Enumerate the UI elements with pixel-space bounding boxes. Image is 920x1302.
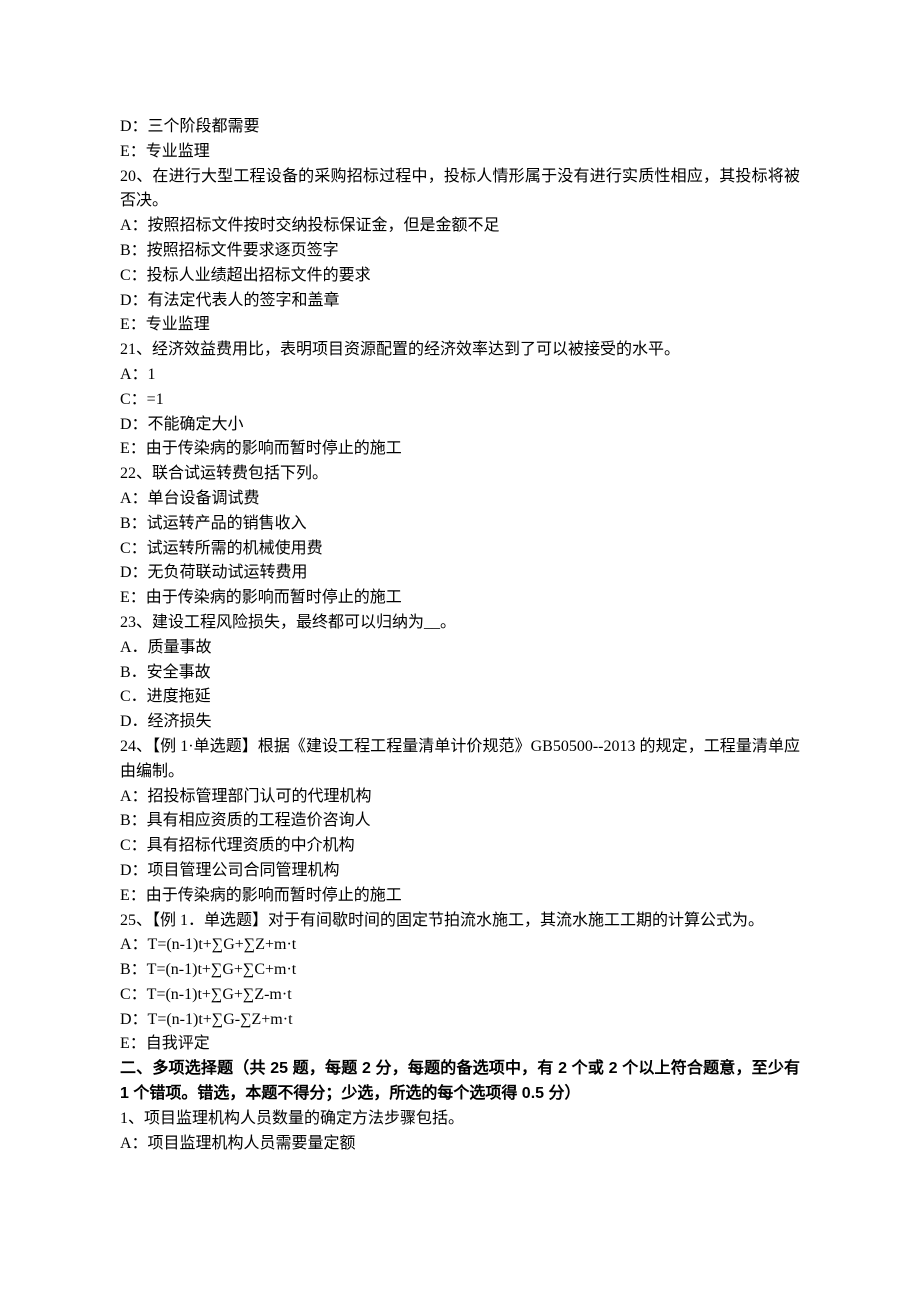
text-line: 25、【例 1．单选题】对于有间歇时间的固定节拍流水施工，其流水施工工期的计算公… (120, 909, 800, 934)
text-line: D．经济损失 (120, 710, 800, 735)
text-line: D：有法定代表人的签字和盖章 (120, 289, 800, 314)
text-line: D：T=(n-1)t+∑G-∑Z+m·t (120, 1008, 800, 1033)
text-line: C：T=(n-1)t+∑G+∑Z-m·t (120, 983, 800, 1008)
text-line: C．进度拖延 (120, 685, 800, 710)
text-line: B：T=(n-1)t+∑G+∑C+m·t (120, 958, 800, 983)
text-line: 二、多项选择题（共 25 题，每题 2 分，每题的备选项中，有 2 个或 2 个… (120, 1057, 800, 1107)
text-line: C：具有招标代理资质的中介机构 (120, 834, 800, 859)
text-line: B：具有相应资质的工程造价咨询人 (120, 809, 800, 834)
text-line: A：招投标管理部门认可的代理机构 (120, 785, 800, 810)
text-line: 20、在进行大型工程设备的采购招标过程中，投标人情形属于没有进行实质性相应，其投… (120, 165, 800, 215)
text-line: C：投标人业绩超出招标文件的要求 (120, 264, 800, 289)
text-line: D：项目管理公司合同管理机构 (120, 859, 800, 884)
text-line: 24、【例 1·单选题】根据《建设工程工程量清单计价规范》GB50500--20… (120, 735, 800, 785)
document-body: D：三个阶段都需要E：专业监理20、在进行大型工程设备的采购招标过程中，投标人情… (120, 115, 800, 1156)
text-line: E：由于传染病的影响而暂时停止的施工 (120, 437, 800, 462)
text-line: B：试运转产品的销售收入 (120, 512, 800, 537)
text-line: 1、项目监理机构人员数量的确定方法步骤包括。 (120, 1107, 800, 1132)
text-line: B：按照招标文件要求逐页签字 (120, 239, 800, 264)
text-line: C：试运转所需的机械使用费 (120, 537, 800, 562)
text-line: E：自我评定 (120, 1032, 800, 1057)
text-line: 21、经济效益费用比，表明项目资源配置的经济效率达到了可以被接受的水平。 (120, 338, 800, 363)
text-line: A：按照招标文件按时交纳投标保证金，但是金额不足 (120, 214, 800, 239)
text-line: A：T=(n-1)t+∑G+∑Z+m·t (120, 933, 800, 958)
text-line: B．安全事故 (120, 661, 800, 686)
text-line: E：专业监理 (120, 140, 800, 165)
text-line: A．质量事故 (120, 636, 800, 661)
text-line: E：由于传染病的影响而暂时停止的施工 (120, 586, 800, 611)
text-line: C：=1 (120, 388, 800, 413)
text-line: E：由于传染病的影响而暂时停止的施工 (120, 884, 800, 909)
text-line: A：项目监理机构人员需要量定额 (120, 1132, 800, 1157)
text-line: A：1 (120, 363, 800, 388)
text-line: 22、联合试运转费包括下列。 (120, 462, 800, 487)
text-line: D：不能确定大小 (120, 413, 800, 438)
text-line: D：三个阶段都需要 (120, 115, 800, 140)
text-line: E：专业监理 (120, 313, 800, 338)
text-line: D：无负荷联动试运转费用 (120, 561, 800, 586)
text-line: 23、建设工程风险损失，最终都可以归纳为__。 (120, 611, 800, 636)
text-line: A：单台设备调试费 (120, 487, 800, 512)
